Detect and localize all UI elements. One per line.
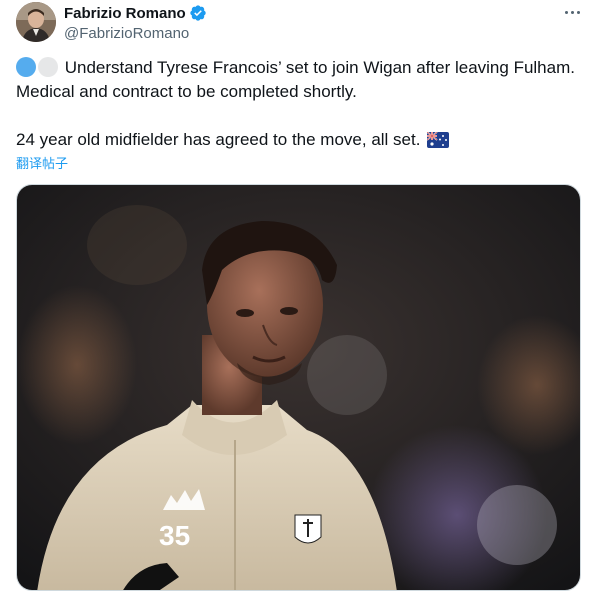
player-photo-icon: 35 [17, 185, 580, 590]
translate-post-link[interactable]: 翻译帖子 [16, 153, 68, 172]
tweet-text-line2: 24 year old midfielder has agreed to the… [16, 130, 421, 149]
more-options-button[interactable] [560, 4, 584, 20]
australia-flag-icon [427, 132, 450, 148]
author-handle[interactable]: @FabrizioRomano [64, 25, 207, 42]
ellipsis-icon [564, 10, 568, 14]
avatar-icon [16, 2, 56, 42]
tweet-photo[interactable]: 35 [16, 184, 581, 591]
verified-badge-icon [189, 5, 206, 21]
jersey-number: 35 [159, 520, 190, 551]
tweet: Fabrizio Romano @FabrizioRomano Understa… [0, 0, 597, 591]
author-avatar[interactable] [16, 2, 56, 42]
blue-circle-icon [16, 57, 36, 77]
tweet-text: Understand Tyrese Francois’ set to join … [16, 56, 576, 152]
tweet-paragraph-2: 24 year old midfielder has agreed to the… [16, 128, 576, 152]
white-circle-icon [38, 57, 58, 77]
tweet-paragraph-1: Understand Tyrese Francois’ set to join … [16, 56, 576, 104]
author-info: Fabrizio Romano @FabrizioRomano [64, 3, 207, 42]
tweet-text-line1: Understand Tyrese Francois’ set to join … [16, 58, 575, 101]
author-display-name[interactable]: Fabrizio Romano [64, 5, 186, 22]
